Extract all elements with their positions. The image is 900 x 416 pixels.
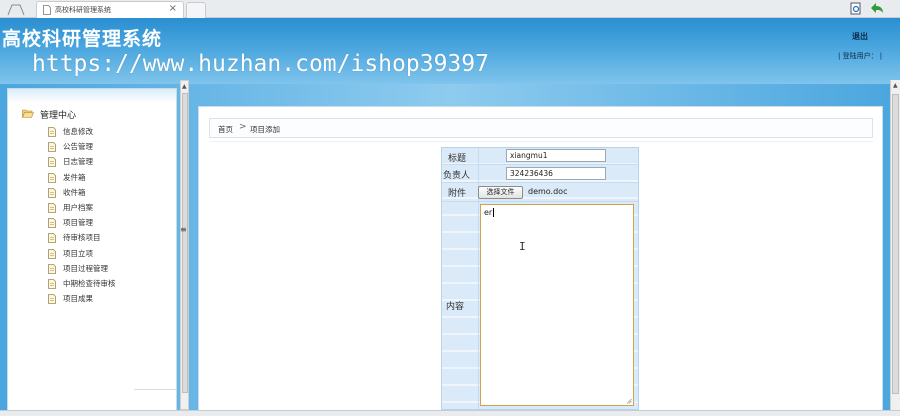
sidebar-header [8, 89, 176, 103]
logout-link[interactable]: 退出 [852, 31, 868, 42]
sidebar-item-label: 公告管理 [63, 142, 93, 152]
sidebar-item-label: 待审核项目 [63, 233, 101, 243]
scrollbar-thumb[interactable] [892, 94, 899, 394]
owner-label: 负责人 [443, 171, 471, 181]
sidebar-item-label: 项目成果 [63, 294, 93, 304]
sidebar-root-label: 管理中心 [40, 111, 77, 121]
new-tab-button[interactable] [186, 2, 206, 18]
breadcrumb-home-link[interactable]: 首页 [218, 124, 233, 135]
page-settings-icon[interactable] [850, 2, 862, 15]
document-icon [48, 187, 56, 198]
document-icon [48, 203, 56, 213]
sidebar-scrollbar[interactable]: ▲ [180, 80, 189, 410]
sidebar-item-label: 信息修改 [63, 127, 93, 136]
sidebar-item-label: 项目立项 [63, 248, 93, 258]
scroll-up-icon[interactable]: ▲ [893, 82, 898, 89]
sidebar-item-label: 中期检查待审核 [63, 278, 116, 288]
document-icon [48, 263, 56, 274]
app-header: 高校科研管理系统 https://www.huzhan.com/ishop393… [0, 18, 900, 84]
breadcrumb: 首页 > 项目添加 [209, 118, 873, 138]
home-tab-icon[interactable] [4, 1, 28, 17]
title-label: 标题 [448, 154, 467, 164]
document-icon [48, 294, 56, 304]
content-text: er [484, 208, 493, 217]
app-title: 高校科研管理系统 [2, 28, 163, 50]
main-scrollbar[interactable]: ▲ [890, 80, 900, 410]
content-label: 内容 [446, 302, 465, 312]
back-arrow-icon[interactable] [870, 2, 884, 15]
sidebar-item-label: 收件箱 [63, 187, 86, 197]
document-icon [48, 172, 56, 183]
document-icon [48, 218, 56, 229]
document-icon [48, 278, 56, 289]
document-icon [48, 248, 56, 259]
document-icon [48, 142, 56, 153]
sidebar-item-label: 发件箱 [63, 172, 86, 182]
form-row-title: 标题 xiangmu1 [442, 148, 638, 165]
browser-statusbar [0, 410, 900, 416]
form-row-owner: 负责人 324236436 [442, 165, 638, 183]
main-panel: 首页 > 项目添加 标题 xiangmu1 负责人 324236436 附件 选… [198, 106, 883, 416]
chevron-right-icon: > [239, 122, 247, 132]
login-user-label: | 登陆用户： | [838, 52, 883, 60]
watermark-url: https://www.huzhan.com/ishop39397 [32, 51, 489, 77]
resize-grip-icon[interactable] [626, 398, 632, 404]
tab-title: 高校科研管理系统 [55, 6, 111, 14]
document-icon [48, 127, 56, 137]
content-textarea[interactable]: er [480, 204, 634, 406]
choose-file-button[interactable]: 选择文件 [478, 186, 523, 199]
text-caret [493, 208, 495, 217]
attachment-label: 附件 [448, 189, 467, 199]
sidebar-divider [134, 389, 176, 390]
text-cursor-icon: I [519, 240, 526, 253]
owner-input[interactable]: 324236436 [506, 167, 606, 180]
breadcrumb-current: 项目添加 [250, 125, 280, 134]
close-icon[interactable]: × [169, 3, 177, 14]
folder-open-icon [22, 109, 34, 118]
divider [209, 141, 873, 142]
browser-tab-active[interactable]: 高校科研管理系统 × [36, 1, 184, 18]
document-icon [48, 233, 56, 244]
sidebar-item-label: 日志管理 [63, 157, 93, 167]
browser-tabbar: 高校科研管理系统 × [0, 0, 900, 18]
scrollbar-thumb[interactable] [182, 93, 188, 393]
sidebar: 管理中心 信息修改 公告管理 日志管理 发件箱 收件箱 用户档案 项目管理 待审… [7, 88, 177, 416]
sidebar-item-label: 项目管理 [63, 218, 93, 228]
project-add-form: 标题 xiangmu1 负责人 324236436 附件 选择文件 demo.d… [441, 147, 639, 410]
title-input[interactable]: xiangmu1 [506, 149, 606, 162]
scroll-up-icon[interactable]: ▲ [182, 83, 187, 90]
sidebar-item-label: 项目过程管理 [63, 263, 108, 273]
sidebar-item-label: 用户档案 [63, 202, 93, 212]
document-icon [48, 157, 56, 168]
splitter-handle-icon[interactable]: ≡ [180, 225, 187, 234]
document-icon [43, 5, 51, 15]
selected-file-name: demo.doc [528, 187, 568, 196]
